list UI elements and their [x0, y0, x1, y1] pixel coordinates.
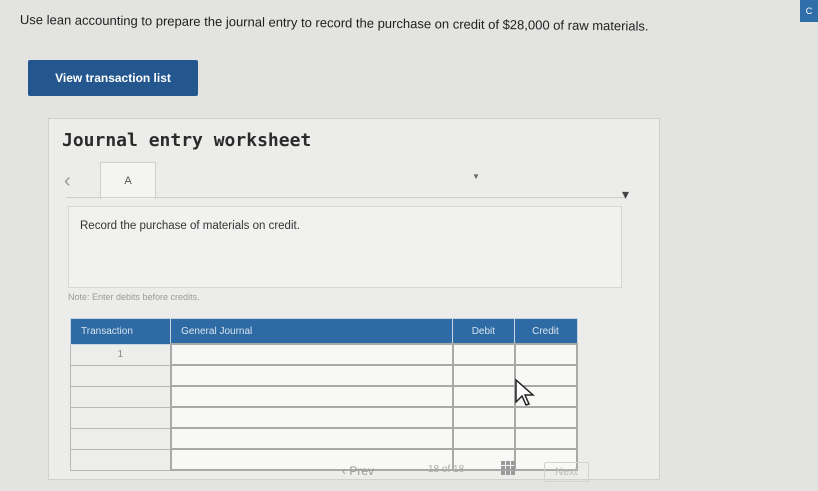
account-input[interactable] — [169, 448, 454, 471]
header-credit: Credit — [514, 318, 578, 345]
debit-input[interactable] — [451, 343, 516, 366]
prev-button[interactable]: ‹ Prev — [342, 464, 374, 478]
page-current: 18 — [428, 464, 440, 475]
mouse-cursor-icon — [515, 378, 535, 406]
next-button[interactable]: Next — [544, 462, 589, 482]
account-input[interactable] — [169, 427, 454, 450]
account-input[interactable] — [169, 385, 454, 408]
transaction-cell — [69, 427, 172, 450]
view-transaction-list-button[interactable]: View transaction list — [28, 60, 198, 96]
caret-down-icon: ▼ — [472, 172, 480, 181]
table-row — [69, 364, 579, 387]
credit-input[interactable] — [513, 427, 579, 450]
instruction-text: Record the purchase of materials on cred… — [80, 220, 300, 232]
page-counter: 18 of 18 — [428, 464, 464, 475]
transaction-cell — [69, 364, 172, 387]
page-total: 18 — [453, 464, 465, 475]
chevron-left-icon[interactable]: ‹ — [64, 170, 71, 193]
transaction-cell — [69, 448, 172, 471]
page-separator: of — [441, 464, 451, 475]
credit-input[interactable] — [513, 406, 579, 429]
table-row: 1 — [69, 343, 579, 366]
transaction-number: 1 — [69, 343, 172, 366]
corner-button[interactable]: C — [800, 0, 818, 22]
question-text: Use lean accounting to prepare the journ… — [19, 12, 649, 34]
worksheet-title: Journal entry worksheet — [62, 130, 312, 151]
table-row — [69, 406, 579, 429]
account-input[interactable] — [169, 343, 454, 366]
scroll-arrow-icon[interactable]: ▾ — [622, 186, 629, 203]
account-input[interactable] — [169, 406, 454, 429]
chevron-left-icon: ‹ — [342, 464, 346, 478]
prev-label: Prev — [349, 464, 375, 478]
debit-input[interactable] — [451, 427, 516, 450]
account-input[interactable] — [169, 364, 454, 387]
journal-header-row: Transaction General Journal Debit Credit — [69, 318, 578, 345]
tab-strip-divider — [66, 197, 626, 198]
debit-credit-note: Note: Enter debits before credits. — [68, 292, 200, 302]
credit-input[interactable] — [513, 343, 579, 366]
header-debit: Debit — [452, 318, 516, 345]
debit-input[interactable] — [451, 406, 516, 429]
transaction-cell — [69, 406, 172, 429]
instruction-box — [68, 206, 622, 288]
journal-table: Transaction General Journal Debit Credit… — [69, 318, 579, 471]
transaction-cell — [69, 385, 172, 408]
tab-a[interactable]: A — [100, 162, 156, 199]
debit-input[interactable] — [451, 385, 516, 408]
table-row — [69, 385, 579, 408]
debit-input[interactable] — [451, 364, 516, 387]
header-transaction: Transaction — [69, 318, 172, 345]
grid-icon[interactable] — [500, 460, 516, 476]
header-general-journal: General Journal — [170, 318, 454, 345]
table-row — [69, 427, 579, 450]
